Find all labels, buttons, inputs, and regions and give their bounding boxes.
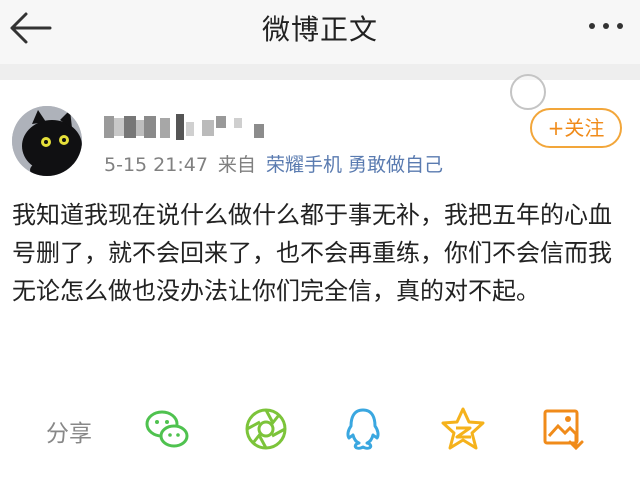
- qq-share-button[interactable]: [340, 406, 386, 452]
- post-time: 5-15 21:47: [104, 154, 208, 176]
- more-button[interactable]: [586, 18, 626, 34]
- save-image-button[interactable]: [540, 406, 586, 452]
- moments-share-button[interactable]: [243, 406, 289, 452]
- cat-avatar-icon: [12, 106, 82, 176]
- follow-button[interactable]: +关注: [530, 108, 622, 148]
- weibo-post: 5-15 21:47 来自 荣耀手机 勇敢做自己 +关注 我知道我现在说什么做什么都…: [0, 74, 640, 503]
- qzone-icon: [441, 407, 485, 450]
- mosaic-blur-icon: [104, 114, 264, 140]
- post-content: 我知道我现在说什么做什么都于事无补，我把五年的心血号删了，就不会回来了，也不会再…: [12, 201, 612, 305]
- source-prefix: 来自: [217, 154, 256, 176]
- share-label: 分享: [46, 421, 92, 447]
- more-dots-icon: [589, 23, 623, 29]
- page-title: 微博正文: [261, 13, 378, 46]
- avatar[interactable]: [12, 106, 82, 176]
- wechat-icon: [145, 410, 189, 448]
- post-meta: 5-15 21:47 来自 荣耀手机 勇敢做自己: [104, 150, 443, 177]
- share-bar: 分享: [0, 398, 640, 456]
- post-source[interactable]: 荣耀手机 勇敢做自己: [266, 154, 443, 176]
- save-image-icon: [543, 409, 584, 451]
- wechat-share-button[interactable]: [144, 406, 190, 452]
- qq-icon: [346, 408, 380, 450]
- touch-indicator: [510, 74, 546, 110]
- section-divider: [0, 64, 640, 80]
- qzone-share-button[interactable]: [440, 406, 486, 452]
- top-bar: 微博正文: [0, 0, 640, 64]
- moments-icon: [245, 408, 287, 450]
- username-obscured[interactable]: [104, 114, 284, 140]
